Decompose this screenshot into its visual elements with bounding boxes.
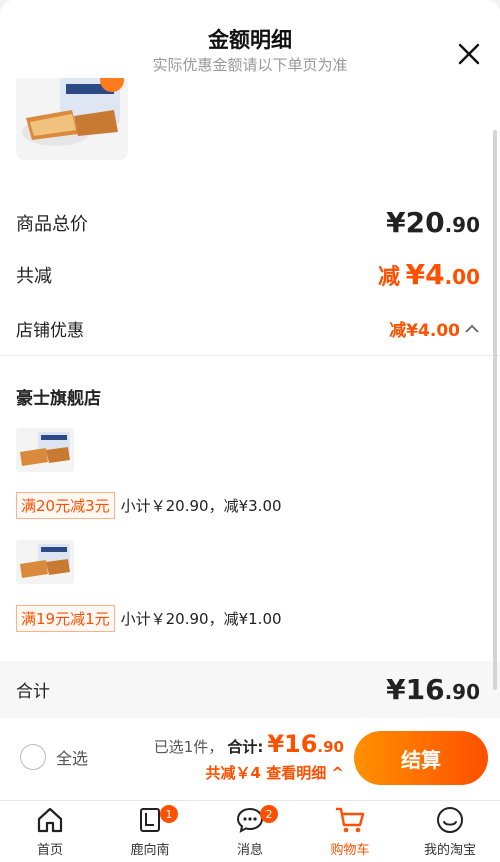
profile-icon <box>435 803 465 837</box>
product-thumbnail <box>16 70 128 160</box>
sheet-subtitle: 实际优惠金额请以下单页为准 <box>152 56 348 74</box>
chevron-up-icon <box>464 323 480 335</box>
total-value: ¥16.90 <box>386 673 480 706</box>
notification-badge: 2 <box>260 805 278 823</box>
select-all-label: 全选 <box>56 749 89 768</box>
item-thumbnail <box>16 428 74 472</box>
close-icon[interactable] <box>458 43 480 65</box>
shop-discount-value: 减¥4.00 <box>389 321 460 341</box>
shop-discount-detail: 豪士旗舰店 满20元减3元 小计￥20.90，减¥3.00 满19元减1元 小计… <box>0 355 500 661</box>
checkout-summary: 已选1件， 合计: ¥16.90 共减￥4 查看明细 ^ <box>154 730 344 783</box>
amount-detail-sheet: 金额明细 实际优惠金额请以下单页为准 商品总价 ¥20.90 共减 减 ¥4.0… <box>0 0 500 718</box>
sheet-title: 金额明细 <box>208 28 292 52</box>
promo-row: 满20元减3元 小计￥20.90，减¥3.00 <box>16 492 282 519</box>
bottom-tab-bar: 首页 1 鹿向南 2 消息 购物车 我的淘宝 <box>0 800 500 862</box>
tab-brand[interactable]: 1 鹿向南 <box>100 801 200 862</box>
reduce-row: 共减 减 ¥4.00 <box>16 258 480 291</box>
cart-icon <box>334 803 366 837</box>
checkout-total-yuan: ¥16 <box>267 730 318 758</box>
promo-subtotal: 小计￥20.90，减¥1.00 <box>120 610 282 628</box>
tab-label: 鹿向南 <box>130 843 170 858</box>
notification-badge: 1 <box>160 805 178 823</box>
tab-label: 购物车 <box>330 843 370 858</box>
promo-subtotal: 小计￥20.90，减¥3.00 <box>120 497 282 515</box>
shop-name: 豪士旗舰店 <box>16 389 101 409</box>
promo-tag: 满19元减1元 <box>16 605 115 632</box>
selected-count: 已选1件， <box>153 738 224 756</box>
scrollbar[interactable] <box>493 130 497 690</box>
sheet-header: 金额明细 实际优惠金额请以下单页为准 <box>0 0 500 78</box>
shop-discount-row[interactable]: 店铺优惠 减¥4.00 <box>16 316 480 341</box>
tab-messages[interactable]: 2 消息 <box>200 801 300 862</box>
select-all-radio[interactable] <box>20 744 46 770</box>
shop-discount-label: 店铺优惠 <box>16 321 84 341</box>
goods-total-row: 商品总价 ¥20.90 <box>16 206 480 239</box>
tab-cart[interactable]: 购物车 <box>300 801 400 862</box>
item-thumbnail <box>16 540 74 584</box>
reduce-value: 减 ¥4.00 <box>378 258 480 291</box>
home-icon <box>35 803 65 837</box>
promo-tag: 满20元减3元 <box>16 492 115 519</box>
tab-label: 消息 <box>236 843 263 858</box>
total-label: 合计 <box>16 682 50 702</box>
goods-total-label: 商品总价 <box>16 213 88 235</box>
tab-label: 我的淘宝 <box>423 843 476 858</box>
checkout-total-label: 合计: <box>227 738 264 756</box>
settle-button[interactable]: 结算 <box>354 731 488 785</box>
tab-profile[interactable]: 我的淘宝 <box>400 801 500 862</box>
total-row: 合计 ¥16.90 <box>0 661 500 718</box>
reduce-label: 共减 <box>16 265 52 287</box>
select-all-toggle[interactable]: 全选 <box>20 744 88 770</box>
checkout-total-cents: .90 <box>317 738 344 756</box>
promo-row: 满19元减1元 小计￥20.90，减¥1.00 <box>16 605 282 632</box>
tab-label: 首页 <box>36 843 63 858</box>
goods-total-value: ¥20.90 <box>386 206 480 239</box>
tab-home[interactable]: 首页 <box>0 801 100 862</box>
checkout-bar: 全选 已选1件， 合计: ¥16.90 共减￥4 查看明细 ^ 结算 <box>0 718 500 800</box>
view-detail-link[interactable]: 共减￥4 查看明细 ^ <box>154 762 344 783</box>
